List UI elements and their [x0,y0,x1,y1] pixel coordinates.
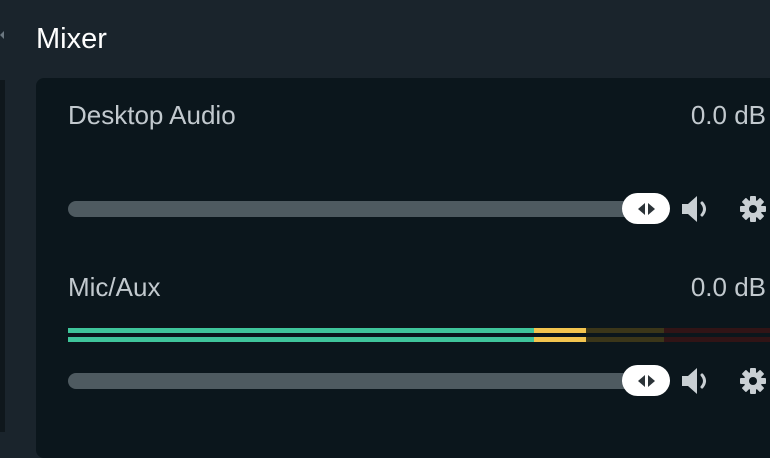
left-dock-edge [0,80,5,432]
volume-slider-track[interactable] [68,201,638,217]
volume-slider-handle[interactable] [622,365,670,396]
settings-button[interactable] [736,366,770,396]
arrow-right-icon [647,374,655,387]
arrow-right-icon [647,202,655,215]
gear-icon [740,196,766,222]
volume-meter-left-channel [68,328,770,333]
channel-name: Mic/Aux [68,272,161,302]
gear-icon [740,368,766,394]
channel-volume-db: 0.0 dB [690,272,766,302]
settings-button[interactable] [736,194,770,224]
speaker-icon [682,368,706,394]
speaker-icon [682,196,706,222]
mute-button[interactable] [680,366,714,396]
volume-meter [68,328,770,344]
arrow-left-icon [637,202,645,215]
volume-meter-right-channel [68,337,770,342]
channel-name: Desktop Audio [68,100,236,130]
channel-volume-db: 0.0 dB [690,100,766,130]
mixer-panel [36,78,770,458]
dock-title: Mixer [36,23,107,55]
volume-slider-handle[interactable] [622,193,670,224]
collapse-arrow-icon[interactable] [0,31,4,39]
arrow-left-icon [637,374,645,387]
mute-button[interactable] [680,194,714,224]
volume-slider-track[interactable] [68,373,638,389]
